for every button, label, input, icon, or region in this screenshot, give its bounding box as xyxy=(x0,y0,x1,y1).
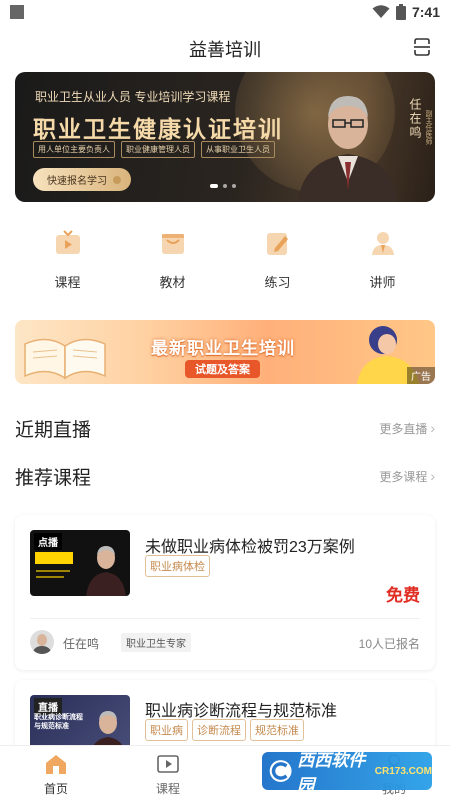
nav-label: 讲师 xyxy=(369,275,396,290)
home-icon xyxy=(46,755,66,774)
lecturer-name: 任在鸣 xyxy=(408,98,422,140)
nav-practice[interactable]: 练习 xyxy=(225,228,330,298)
course-tags: 职业病体检 xyxy=(145,555,210,577)
course-tag: 规范标准 xyxy=(250,719,304,741)
teacher-title: 职业卫生专家 xyxy=(121,633,191,652)
course-card[interactable]: 点播 未做职业病体检被罚23万案例 职业病体检 免费 任在鸣 职业卫生专家 10… xyxy=(15,515,435,670)
watermark-subtext: CR173.COM xyxy=(374,765,432,777)
course-price: 免费 xyxy=(386,586,420,605)
status-time: 7:41 xyxy=(411,4,440,20)
thumb-highlight xyxy=(35,552,73,564)
carousel-dot xyxy=(210,184,218,188)
notification-icon xyxy=(10,5,24,19)
arrow-dot-icon xyxy=(113,175,121,184)
page-title: 益善培训 xyxy=(189,40,261,60)
chevron-right-icon: › xyxy=(430,420,435,436)
thumb-line xyxy=(36,576,64,578)
watermark-icon xyxy=(269,760,292,782)
teacher-avatar xyxy=(30,630,54,654)
hero-banner[interactable]: 职业卫生从业人员 专业培训学习课程 职业卫生健康认证培训 用人单位主要负责人 职… xyxy=(15,72,435,202)
quick-nav: 课程 教材 练习 讲师 xyxy=(15,228,435,298)
banner-tag: 用人单位主要负责人 xyxy=(33,141,115,158)
live-section-header: 近期直播 更多直播 › xyxy=(15,414,435,442)
teacher-icon xyxy=(371,232,394,255)
tv-icon xyxy=(55,230,80,254)
tab-label: 首页 xyxy=(43,782,68,796)
thumb-line xyxy=(36,570,70,572)
more-link-label: 更多课程 xyxy=(379,469,428,484)
course-title: 未做职业病体检被罚23万案例 xyxy=(145,539,355,556)
course-tag: 诊断流程 xyxy=(192,719,246,741)
more-live-link[interactable]: 更多直播 › xyxy=(379,420,435,437)
nav-textbooks[interactable]: 教材 xyxy=(120,228,225,298)
status-bar: 7:41 xyxy=(0,0,450,26)
scan-icon[interactable] xyxy=(412,37,432,57)
carousel-dot xyxy=(232,184,236,188)
watermark-text: 西西软件园 xyxy=(297,751,366,795)
more-link-label: 更多直播 xyxy=(379,421,428,436)
recommended-section-header: 推荐课程 更多课程 › xyxy=(15,462,435,490)
nav-label: 教材 xyxy=(159,275,186,290)
banner-tag: 职业健康管理人员 xyxy=(121,141,195,158)
quick-signup-label: 快速报名学习 xyxy=(47,176,107,187)
lecturer-rank: 副主任医师 xyxy=(425,110,432,145)
card-divider xyxy=(30,618,420,619)
nav-label: 课程 xyxy=(54,275,81,290)
ad-banner[interactable]: 最新职业卫生培训 试题及答案 广告 xyxy=(15,320,435,384)
ad-label: 广告 xyxy=(407,367,435,384)
course-tag: 职业病体检 xyxy=(145,555,210,577)
section-title: 近期直播 xyxy=(15,419,92,441)
banner-tag: 从事职业卫生人员 xyxy=(201,141,275,158)
lecturer-photo xyxy=(298,96,398,202)
tab-label: 课程 xyxy=(155,782,180,796)
open-book-illustration xyxy=(24,338,106,380)
carousel-dot xyxy=(223,184,227,188)
teacher-name: 任在鸣 xyxy=(63,637,100,651)
enroll-count: 10人已报名 xyxy=(358,637,420,651)
more-courses-link[interactable]: 更多课程 › xyxy=(379,468,435,485)
ad-subtitle: 试题及答案 xyxy=(185,360,260,378)
section-title: 推荐课程 xyxy=(15,467,92,489)
ad-title: 最新职业卫生培训 xyxy=(151,339,295,358)
thumb-label: 点播 xyxy=(34,533,62,550)
course-tags: 职业病 诊断流程 规范标准 xyxy=(145,719,304,741)
thumb-lecturer xyxy=(86,546,126,596)
quick-signup-button[interactable]: 快速报名学习 xyxy=(33,168,131,191)
thumb-caption: 职业病诊断流程与规范标准 xyxy=(34,714,83,730)
play-icon xyxy=(157,755,179,773)
nav-courses[interactable]: 课程 xyxy=(15,228,120,298)
course-thumbnail: 点播 xyxy=(30,530,130,596)
tab-home[interactable]: 首页 xyxy=(0,746,112,800)
app-header: 益善培训 xyxy=(0,26,450,70)
carousel-indicator xyxy=(210,184,236,188)
status-icons: 7:41 xyxy=(372,4,440,20)
pencil-note-icon xyxy=(266,233,288,255)
chevron-right-icon: › xyxy=(430,468,435,484)
banner-tags: 用人单位主要负责人 职业健康管理人员 从事职业卫生人员 xyxy=(33,141,275,158)
watermark-logo: 西西软件园 CR173.COM xyxy=(262,751,432,795)
book-bag-icon xyxy=(161,234,184,254)
banner-title: 职业卫生健康认证培训 xyxy=(33,116,283,142)
nav-lecturers[interactable]: 讲师 xyxy=(330,228,435,298)
tab-courses[interactable]: 课程 xyxy=(112,746,224,800)
course-title: 职业病诊断流程与规范标准 xyxy=(145,703,338,720)
banner-subtitle: 职业卫生从业人员 专业培训学习课程 xyxy=(35,90,231,104)
battery-icon xyxy=(395,4,406,20)
course-tag: 职业病 xyxy=(145,719,188,741)
nav-label: 练习 xyxy=(264,275,291,290)
wifi-icon xyxy=(372,5,390,18)
